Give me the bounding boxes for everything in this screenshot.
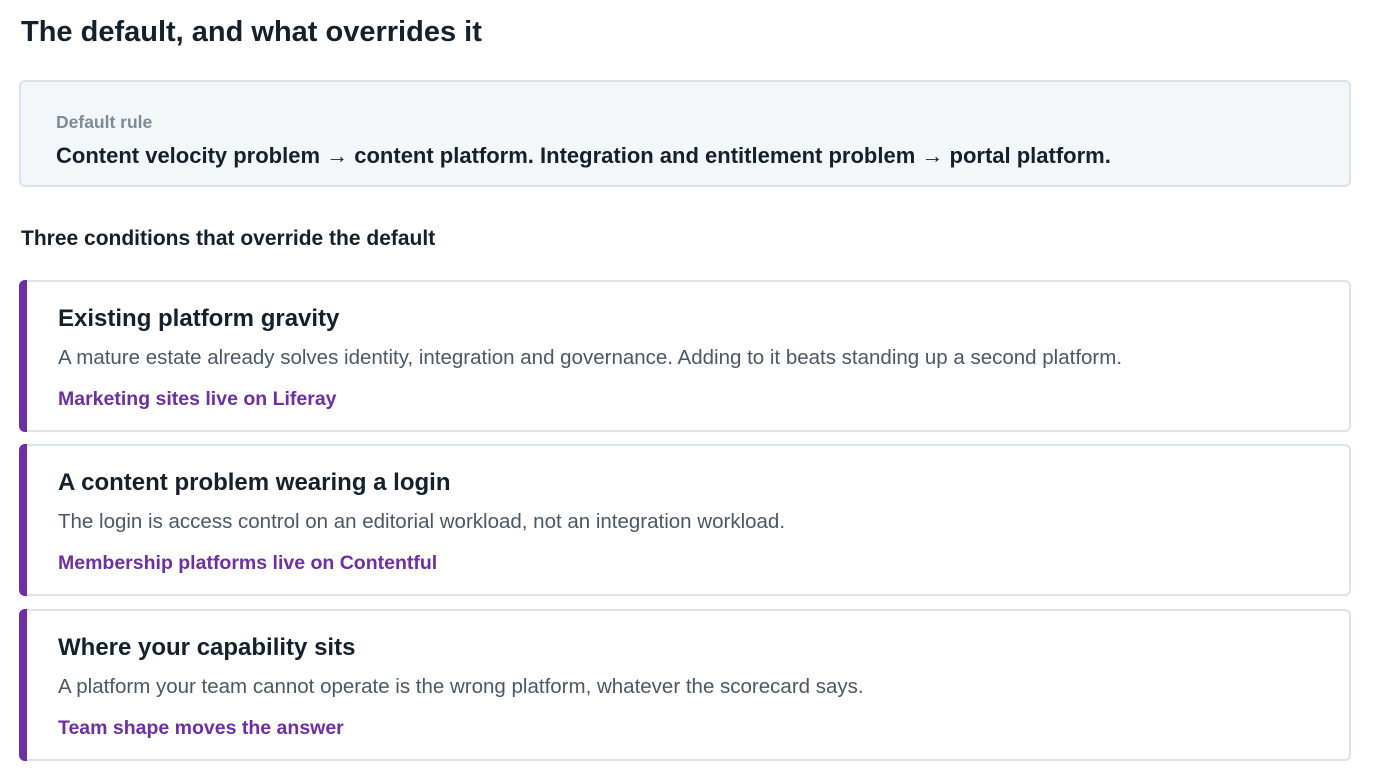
condition-title: Existing platform gravity	[58, 305, 340, 332]
condition-link[interactable]: Marketing sites live on Liferay	[58, 387, 337, 411]
page: The default, and what overrides it Defau…	[0, 0, 1378, 784]
condition-card-capability-sits: Where your capability sits A platform yo…	[19, 609, 1351, 761]
card-accent-bar	[19, 280, 27, 432]
condition-link[interactable]: Team shape moves the answer	[58, 716, 344, 740]
condition-link[interactable]: Membership platforms live on Contentful	[58, 551, 437, 575]
condition-card-content-problem-login: A content problem wearing a login The lo…	[19, 444, 1351, 596]
default-rule-text: Content velocity problem → content platf…	[56, 143, 1111, 168]
card-accent-bar	[19, 444, 27, 596]
condition-card-existing-platform-gravity: Existing platform gravity A mature estat…	[19, 280, 1351, 432]
conditions-heading: Three conditions that override the defau…	[21, 227, 436, 250]
default-rule-box: Default rule Content velocity problem → …	[19, 80, 1351, 187]
condition-description: The login is access control on an editor…	[58, 510, 786, 533]
page-title: The default, and what overrides it	[21, 16, 482, 48]
default-rule-label: Default rule	[56, 112, 153, 132]
card-accent-bar	[19, 609, 27, 761]
condition-title: A content problem wearing a login	[58, 469, 451, 496]
condition-description: A mature estate already solves identity,…	[58, 346, 1123, 369]
condition-description: A platform your team cannot operate is t…	[58, 675, 864, 698]
condition-title: Where your capability sits	[58, 634, 356, 661]
